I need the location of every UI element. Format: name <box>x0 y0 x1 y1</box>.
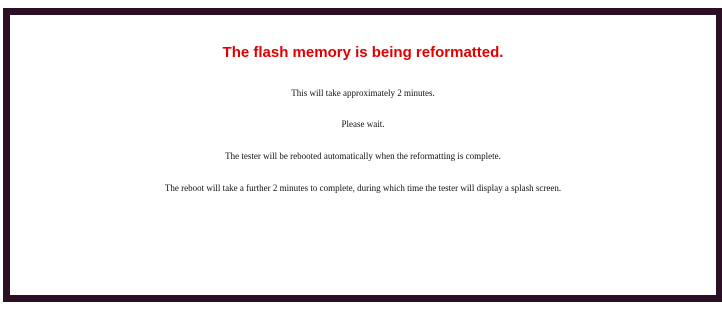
notice-message-splash: The reboot will take a further 2 minutes… <box>164 183 562 193</box>
notice-message-reboot: The tester will be rebooted automaticall… <box>225 151 501 161</box>
notice-frame: The flash memory is being reformatted. T… <box>3 8 722 302</box>
notice-message-duration: This will take approximately 2 minutes. <box>291 88 435 98</box>
notice-title: The flash memory is being reformatted. <box>222 44 504 61</box>
notice-message-wait: Please wait. <box>341 119 385 129</box>
